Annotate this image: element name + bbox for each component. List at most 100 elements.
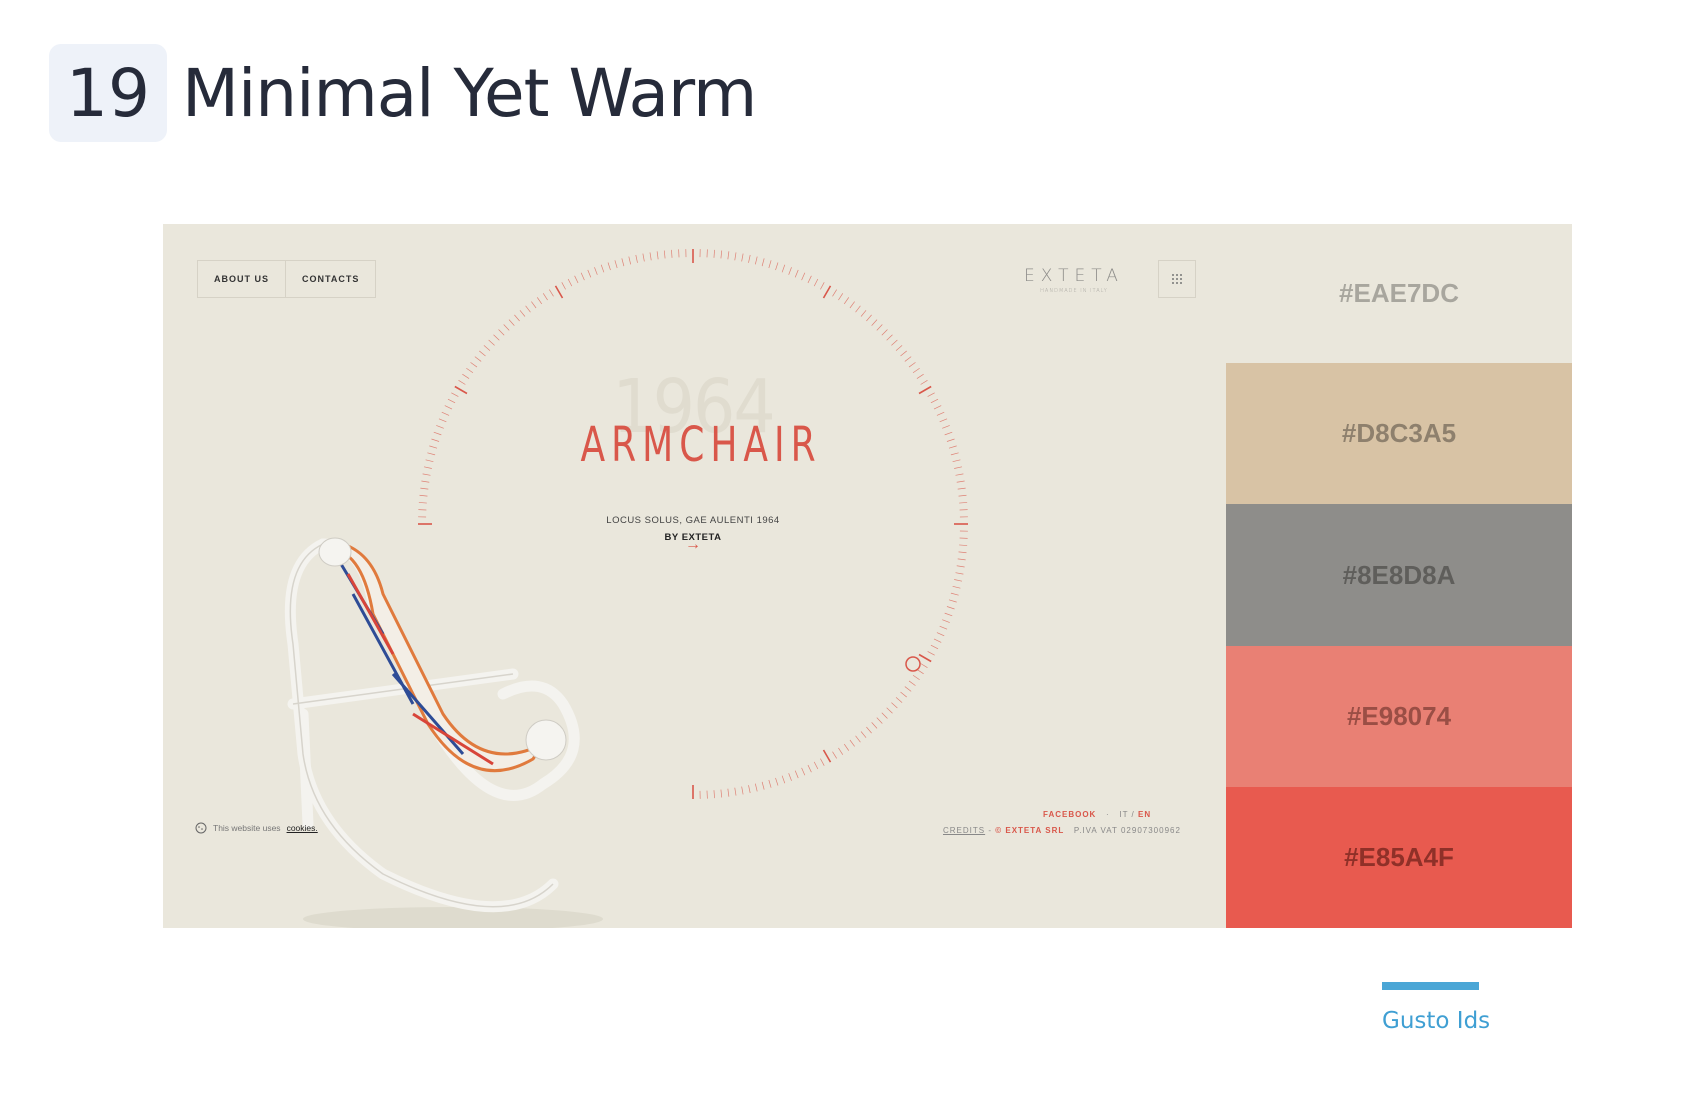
facebook-link[interactable]: FACEBOOK <box>1043 810 1096 819</box>
dial-tick <box>429 445 438 449</box>
exteta-logo[interactable]: EXTETA HANDMADE IN ITALY <box>1009 266 1139 294</box>
dial-tick <box>838 293 844 301</box>
credit-accent-bar <box>1382 982 1479 990</box>
dial-tick <box>621 258 625 267</box>
dial-tick <box>768 779 772 788</box>
dial-tick <box>607 262 611 271</box>
dial-tick <box>866 726 872 734</box>
dial-tick <box>849 301 855 309</box>
dial-tick <box>948 599 957 603</box>
dial-tick <box>433 431 442 436</box>
dial-tick <box>807 275 812 284</box>
dial-tick <box>939 625 948 630</box>
dial-tick <box>462 373 470 379</box>
footer-social: FACEBOOK · IT / EN <box>1043 810 1151 819</box>
dial-tick <box>587 269 592 278</box>
swatch-hex: #8E8D8A <box>1342 559 1456 590</box>
dial-tick <box>447 398 456 404</box>
dial-tick <box>768 260 772 269</box>
dial-tick <box>944 431 953 436</box>
dial-tick <box>741 253 744 262</box>
dial-tick <box>801 272 806 281</box>
dial-tick <box>421 480 430 483</box>
credits-link[interactable]: CREDITS <box>943 826 985 835</box>
dial-tick <box>933 638 942 643</box>
swatch-5: #E85A4F <box>1226 787 1572 928</box>
dial-tick <box>860 310 867 317</box>
dial-tick <box>942 619 950 623</box>
page-title: Minimal Yet Warm <box>182 54 757 132</box>
dial-tick <box>955 473 964 476</box>
dial-tick <box>955 572 964 575</box>
lang-en[interactable]: EN <box>1138 810 1151 819</box>
dial-tick <box>642 253 645 262</box>
dial-tick <box>423 466 432 469</box>
dial-tick <box>927 392 935 397</box>
dial-tick <box>952 585 961 589</box>
dial-tick <box>807 764 812 773</box>
dial-tick <box>801 767 806 776</box>
dial-tick <box>908 680 916 686</box>
dial-tick <box>493 334 500 341</box>
dial-tick <box>886 707 893 714</box>
dial-tick <box>748 785 751 794</box>
dial-tick <box>849 739 855 747</box>
dial-tick <box>498 329 505 336</box>
dial-tick <box>954 579 963 582</box>
dial-tick <box>754 783 758 792</box>
dial-tick <box>957 558 966 561</box>
dial-tick <box>871 722 878 729</box>
dial-tick <box>944 612 953 617</box>
dial-tick <box>958 551 967 554</box>
dial-tick <box>959 502 968 504</box>
dial-tick <box>881 712 888 719</box>
cookie-icon <box>195 822 207 834</box>
dial-tick <box>427 452 436 456</box>
dial-tick <box>761 258 765 267</box>
dial-tick <box>876 324 883 331</box>
dial-handle[interactable] <box>905 656 921 672</box>
dial-tick <box>748 254 751 263</box>
dial-tick <box>503 324 510 331</box>
dial-tick <box>514 314 520 322</box>
dial-tick <box>946 438 955 442</box>
dial-tick <box>904 686 912 692</box>
dial-tick <box>918 385 932 395</box>
dial-tick <box>438 418 447 423</box>
cookies-link[interactable]: cookies. <box>287 823 318 833</box>
dial-tick <box>451 392 459 397</box>
armchair-image <box>284 537 603 928</box>
cookie-text: This website uses <box>213 823 281 833</box>
nav-contacts[interactable]: CONTACTS <box>285 261 375 297</box>
dial-tick <box>912 674 920 681</box>
dial-tick <box>822 285 832 299</box>
dial-tick <box>734 787 737 796</box>
dial-tick <box>908 362 916 368</box>
dial-tick <box>936 632 945 637</box>
dial-tick <box>855 735 861 743</box>
dial-tick <box>794 269 799 278</box>
dial-tick <box>954 466 963 469</box>
credit-link[interactable]: Gusto Ids <box>1382 1008 1490 1034</box>
dial-tick <box>895 697 903 703</box>
dial-tick <box>419 494 428 497</box>
dial-tick <box>958 494 967 497</box>
website-screenshot: ABOUT US CONTACTS EXTETA HANDMADE IN ITA… <box>163 224 1572 928</box>
nav-about-us[interactable]: ABOUT US <box>198 261 285 297</box>
footer-separator: · <box>1106 810 1110 819</box>
palette: #EAE7DC #D8C3A5 #8E8D8A #E98074 #E85A4F <box>1226 224 1572 928</box>
dial-tick <box>754 256 758 265</box>
arrow-right-icon[interactable]: → <box>683 536 703 554</box>
dial-tick <box>671 249 673 258</box>
lang-it[interactable]: IT / <box>1119 810 1134 819</box>
dial-tick <box>734 252 737 261</box>
dial-tick <box>483 345 491 351</box>
dial-tick <box>930 398 939 404</box>
dial-tick <box>895 345 903 351</box>
dial-tick <box>813 761 819 770</box>
dial-tick <box>891 339 898 346</box>
menu-grid-button[interactable] <box>1158 260 1196 298</box>
dial-tick <box>720 789 723 798</box>
dial-tick <box>488 339 495 346</box>
dial-tick <box>635 254 638 263</box>
